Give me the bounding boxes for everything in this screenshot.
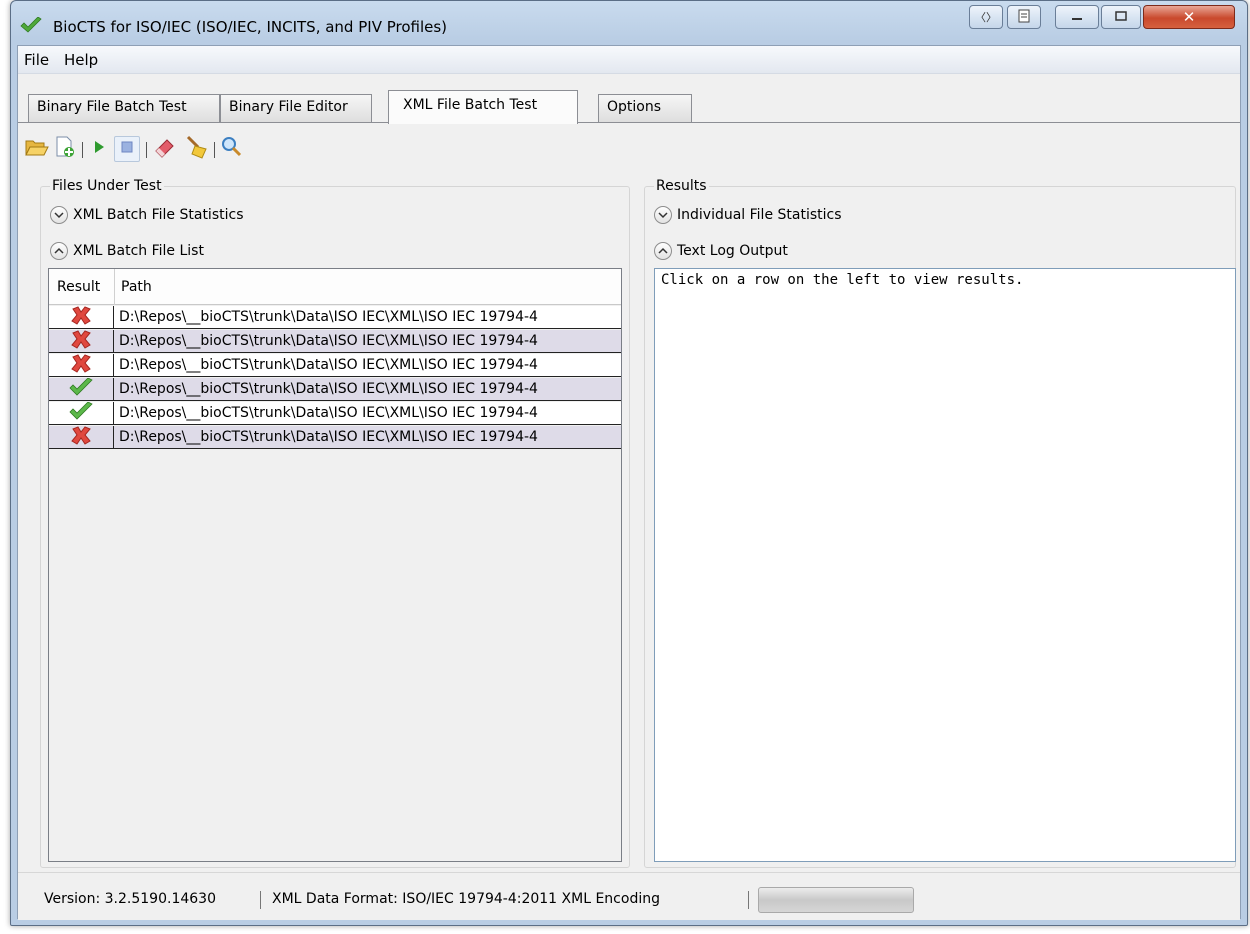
tab-options[interactable]: Options [598,94,692,122]
version-text: Version: 3.2.5190.14630 [44,891,216,907]
individual-file-statistics-expander[interactable]: Individual File Statistics [654,206,842,224]
tab-binary-file-editor[interactable]: Binary File Editor [220,94,372,122]
close-icon: ✕ [1182,8,1196,26]
open-folder-button[interactable] [24,136,50,162]
minimize-icon [1071,11,1083,24]
tab-baseline [18,122,1240,123]
add-file-button[interactable] [52,136,78,162]
table-row[interactable]: D:\Repos\__bioCTS\trunk\Data\ISO IEC\XML… [49,426,621,449]
add-file-icon [54,136,76,162]
results-label: Results [654,178,709,194]
table-row[interactable]: D:\Repos\__bioCTS\trunk\Data\ISO IEC\XML… [49,354,621,377]
broom-icon [184,135,210,163]
status-separator [748,891,749,909]
table-row[interactable]: D:\Repos\__bioCTS\trunk\Data\ISO IEC\XML… [49,330,621,353]
fail-icon [70,329,92,353]
table-row[interactable]: D:\Repos\__bioCTS\trunk\Data\ISO IEC\XML… [49,306,621,329]
row-path: D:\Repos\__bioCTS\trunk\Data\ISO IEC\XML… [119,357,538,373]
row-path: D:\Repos\__bioCTS\trunk\Data\ISO IEC\XML… [119,333,538,349]
pass-check-icon [69,401,93,424]
maximize-icon [1115,10,1127,24]
context-help-button[interactable] [1007,5,1041,29]
pass-check-icon [69,377,93,400]
row-path: D:\Repos\__bioCTS\trunk\Data\ISO IEC\XML… [119,405,538,421]
batch-file-list-expander[interactable]: XML Batch File List [50,242,204,260]
menu-bar: File Help [18,46,1240,74]
magnifier-icon [219,135,243,163]
batch-file-grid[interactable]: Result Path D:\Repos\__bioCTS\trunk\Data… [48,268,622,862]
stop-button[interactable] [114,136,140,162]
row-path: D:\Repos\__bioCTS\trunk\Data\ISO IEC\XML… [119,429,538,445]
code-brackets-icon: 〈〉 [975,11,997,24]
column-divider[interactable] [114,269,115,305]
title-bar[interactable]: BioCTS for ISO/IEC (ISO/IEC, INCITS, and… [11,1,1247,45]
progress-bar [758,887,914,913]
toolbar-separator [82,142,83,158]
chevron-down-icon [50,206,68,224]
chevron-up-icon [50,242,68,260]
tab-binary-file-batch-test[interactable]: Binary File Batch Test [28,94,220,122]
eraser-icon [153,136,177,162]
menu-file[interactable]: File [24,51,49,69]
clear-button[interactable] [152,136,178,162]
clean-button[interactable] [184,135,210,163]
play-icon [92,139,106,159]
client-area: File Help Binary File Batch Test Binary … [17,45,1241,920]
menu-help[interactable]: Help [64,51,98,69]
app-check-icon [20,16,42,33]
column-header-result[interactable]: Result [57,279,100,295]
log-text: Click on a row on the left to view resul… [661,272,1024,288]
maximize-button[interactable] [1101,5,1141,29]
open-folder-icon [25,137,49,161]
grid-header: Result Path [49,269,621,305]
toolbar [24,130,424,166]
app-window: BioCTS for ISO/IEC (ISO/IEC, INCITS, and… [10,0,1248,926]
column-header-path[interactable]: Path [121,279,152,295]
row-path: D:\Repos\__bioCTS\trunk\Data\ISO IEC\XML… [119,309,538,325]
text-log-output[interactable]: Click on a row on the left to view resul… [654,268,1236,862]
stop-icon [120,140,134,158]
window-title: BioCTS for ISO/IEC (ISO/IEC, INCITS, and… [53,18,448,36]
row-path: D:\Repos\__bioCTS\trunk\Data\ISO IEC\XML… [119,381,538,397]
fail-icon [70,425,92,449]
fail-icon [70,353,92,377]
tab-xml-file-batch-test[interactable]: XML File Batch Test [388,90,578,124]
close-button[interactable]: ✕ [1143,5,1235,29]
tab-strip: Binary File Batch Test Binary File Edito… [18,74,1240,124]
table-row[interactable]: D:\Repos\__bioCTS\trunk\Data\ISO IEC\XML… [49,377,621,401]
files-under-test-label: Files Under Test [50,178,164,194]
toolbar-separator [146,142,147,158]
table-row[interactable]: D:\Repos\__bioCTS\trunk\Data\ISO IEC\XML… [49,401,621,425]
minimize-button[interactable] [1055,5,1099,29]
fail-icon [70,305,92,329]
help-page-icon [1018,9,1030,26]
toolbar-separator [214,142,215,158]
chevron-up-icon [654,242,672,260]
data-format-text: XML Data Format: ISO/IEC 19794-4:2011 XM… [272,891,660,907]
search-button[interactable] [218,136,244,162]
batch-file-statistics-expander[interactable]: XML Batch File Statistics [50,206,244,224]
status-separator [260,891,261,909]
code-view-button[interactable]: 〈〉 [969,5,1003,29]
text-log-output-expander[interactable]: Text Log Output [654,242,788,260]
run-button[interactable] [86,136,112,162]
chevron-down-icon [654,206,672,224]
status-bar: Version: 3.2.5190.14630 XML Data Format:… [18,872,1240,920]
